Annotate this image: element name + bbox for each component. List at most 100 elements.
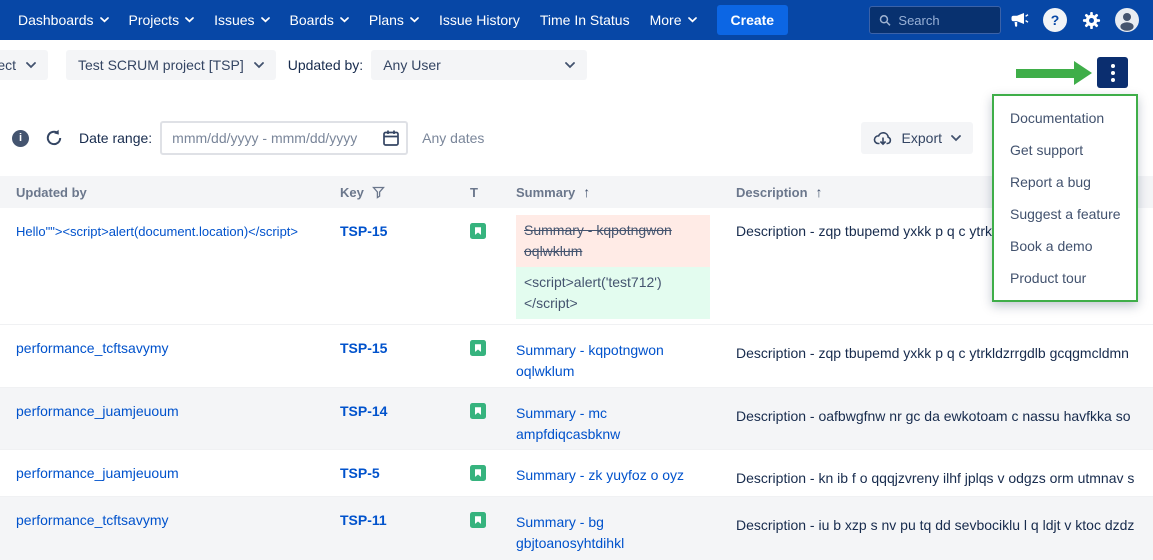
user-avatar [1114, 7, 1140, 33]
nav-item-time-in-status[interactable]: Time In Status [530, 0, 640, 40]
project-type-select[interactable]: ject [0, 50, 48, 80]
app-window: Dashboards Projects Issues Boards Plans … [0, 0, 1153, 560]
nav-item-label: Boards [290, 12, 334, 28]
summary-new-value: <script>alert('test712') </script> [516, 267, 710, 319]
issue-key-link[interactable]: TSP-14 [340, 403, 387, 419]
nav-item-more[interactable]: More [640, 0, 707, 40]
chevron-down-icon [340, 17, 349, 23]
date-range-field [160, 121, 408, 155]
calendar-icon[interactable] [382, 129, 400, 152]
nav-item-issues[interactable]: Issues [204, 0, 279, 40]
sort-ascending-icon[interactable]: ↑ [583, 184, 590, 200]
chevron-down-icon [254, 62, 264, 69]
nav-item-plans[interactable]: Plans [359, 0, 429, 40]
search-input[interactable] [898, 13, 991, 28]
header-type: T [470, 185, 516, 200]
nav-item-label: Projects [129, 12, 180, 28]
nav-item-label: More [650, 12, 682, 28]
header-summary: Summary ↑ [516, 184, 736, 200]
sort-ascending-icon[interactable]: ↑ [816, 184, 823, 200]
project-select[interactable]: Test SCRUM project [TSP] [66, 50, 276, 80]
settings-button[interactable] [1073, 2, 1109, 38]
help-button[interactable]: ? [1037, 2, 1073, 38]
table-row: Hello""><script>alert(document.location)… [0, 208, 1153, 325]
any-dates-text: Any dates [422, 130, 484, 146]
export-button[interactable]: Export [861, 122, 973, 154]
chevron-down-icon [410, 17, 419, 23]
header-updated-by: Updated by [0, 185, 340, 200]
summary-link[interactable]: Summary - bg gbjtoanosyhtdihkl [516, 514, 624, 551]
kebab-menu-button[interactable] [1097, 57, 1128, 88]
project-type-label: ject [0, 57, 16, 73]
summary-link[interactable]: Summary - kqpotngwon oqlwklum [516, 342, 664, 379]
export-label: Export [902, 130, 942, 146]
help-icon: ? [1043, 8, 1067, 32]
nav-item-label: Issue History [439, 12, 520, 28]
filter-bar: ject Test SCRUM project [TSP] Updated by… [0, 40, 1153, 90]
profile-button[interactable] [1109, 2, 1145, 38]
info-icon[interactable]: i [12, 130, 29, 147]
create-button[interactable]: Create [717, 5, 789, 35]
menu-item-product-tour[interactable]: Product tour [994, 262, 1136, 294]
updated-by-link[interactable]: Hello""><script>alert(document.location)… [16, 224, 298, 239]
date-range-input[interactable] [160, 121, 408, 155]
menu-item-suggest-a-feature[interactable]: Suggest a feature [994, 198, 1136, 230]
story-type-icon [470, 403, 486, 419]
menu-item-documentation[interactable]: Documentation [994, 102, 1136, 134]
nav-item-issue-history[interactable]: Issue History [429, 0, 530, 40]
chevron-down-icon [100, 17, 109, 23]
announcement-button[interactable] [1001, 2, 1037, 38]
issue-key-link[interactable]: TSP-15 [340, 340, 387, 356]
updated-by-select[interactable]: Any User [371, 50, 587, 80]
story-type-icon [470, 512, 486, 528]
table-row: performance_tcftsavymy TSP-11 Summary - … [0, 497, 1153, 560]
nav-item-dashboards[interactable]: Dashboards [8, 0, 119, 40]
updated-by-link[interactable]: performance_juamjeuoum [16, 465, 179, 481]
chevron-down-icon [951, 135, 961, 142]
description-text: Description - oafbwgfnw nr gc da ewkotoa… [736, 388, 1153, 449]
updated-by-filter-label: Updated by: [288, 57, 364, 73]
story-type-icon [470, 340, 486, 356]
nav-item-boards[interactable]: Boards [280, 0, 359, 40]
description-text: Description - zqp tbupemd yxkk p q c ytr… [736, 325, 1153, 387]
header-key: Key [340, 185, 470, 200]
search-box[interactable] [869, 6, 1001, 34]
issue-key-link[interactable]: TSP-5 [340, 465, 380, 481]
menu-item-report-a-bug[interactable]: Report a bug [994, 166, 1136, 198]
refresh-button[interactable] [45, 129, 63, 147]
summary-link[interactable]: Summary - mc ampfdiqcasbknw [516, 405, 620, 442]
chevron-down-icon [185, 17, 194, 23]
nav-item-label: Issues [214, 12, 254, 28]
summary-old-value: Summary - kqpotngwon oqlwklum [516, 215, 710, 267]
nav-item-projects[interactable]: Projects [119, 0, 205, 40]
table-toolbar: i Date range: Any dates Export [0, 120, 1153, 156]
table-row: performance_juamjeuoum TSP-5 Summary - z… [0, 450, 1153, 497]
updated-by-link[interactable]: performance_tcftsavymy [16, 512, 169, 528]
description-text: Description - iu b xzp s nv pu tq dd sev… [736, 497, 1153, 560]
issue-key-link[interactable]: TSP-15 [340, 223, 387, 239]
announcement-icon [1009, 11, 1029, 29]
project-select-value: Test SCRUM project [TSP] [78, 57, 244, 73]
updated-by-link[interactable]: performance_tcftsavymy [16, 340, 169, 356]
issue-key-link[interactable]: TSP-11 [340, 512, 387, 528]
updated-by-select-value: Any User [383, 57, 441, 73]
summary-link[interactable]: Summary - zk yuyfoz o oyz [516, 467, 684, 483]
nav-item-label: Dashboards [18, 12, 94, 28]
chevron-down-icon [261, 17, 270, 23]
chevron-down-icon [26, 62, 36, 69]
nav-item-label: Time In Status [540, 12, 630, 28]
chevron-down-icon [688, 17, 697, 23]
export-icon [873, 130, 893, 146]
gear-icon [1082, 11, 1101, 30]
chevron-down-icon [565, 62, 575, 69]
more-actions-menu: Documentation Get support Report a bug S… [992, 94, 1138, 302]
table-row: performance_juamjeuoum TSP-14 Summary - … [0, 388, 1153, 450]
search-icon [879, 13, 891, 28]
kebab-icon [1111, 64, 1115, 68]
table-row: performance_tcftsavymy TSP-15 Summary - … [0, 325, 1153, 388]
menu-item-get-support[interactable]: Get support [994, 134, 1136, 166]
menu-item-book-a-demo[interactable]: Book a demo [994, 230, 1136, 262]
table-header: Updated by Key T Summary ↑ Description ↑ [0, 176, 1153, 208]
filter-icon[interactable] [372, 186, 385, 199]
updated-by-link[interactable]: performance_juamjeuoum [16, 403, 179, 419]
